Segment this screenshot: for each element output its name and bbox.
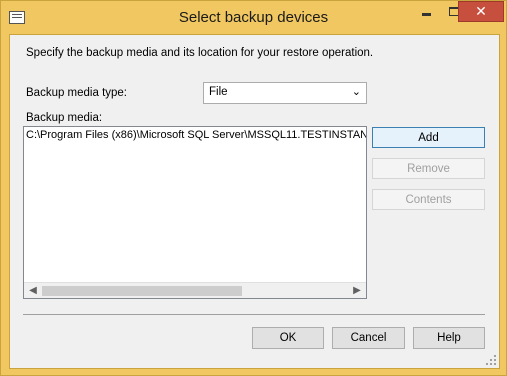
horizontal-scrollbar[interactable]: ◀ ▶ xyxy=(24,282,366,298)
contents-button[interactable]: Contents xyxy=(372,189,485,210)
backup-media-label: Backup media: xyxy=(26,112,103,124)
dialog-client-area: Specify the backup media and its locatio… xyxy=(9,34,500,369)
scroll-right-icon[interactable]: ▶ xyxy=(350,285,364,297)
cancel-button[interactable]: Cancel xyxy=(332,327,405,349)
chevron-down-icon: ⌄ xyxy=(351,85,361,98)
close-button[interactable]: ✕ xyxy=(458,1,504,22)
add-button[interactable]: Add xyxy=(372,127,485,148)
maximize-icon xyxy=(448,7,459,16)
scrollbar-thumb[interactable] xyxy=(42,286,242,296)
ok-button[interactable]: OK xyxy=(252,327,324,349)
backup-media-type-value: File xyxy=(209,86,228,98)
title-bar[interactable]: Select backup devices ✕ xyxy=(1,1,506,34)
backup-media-type-select[interactable]: File ⌄ xyxy=(203,82,367,104)
backup-media-list[interactable]: C:\Program Files (x86)\Microsoft SQL Ser… xyxy=(23,126,367,299)
list-item[interactable]: C:\Program Files (x86)\Microsoft SQL Ser… xyxy=(26,129,366,141)
instruction-text: Specify the backup media and its locatio… xyxy=(26,47,374,59)
resize-grip-icon[interactable] xyxy=(486,355,496,365)
minimize-icon xyxy=(422,13,431,16)
scroll-left-icon[interactable]: ◀ xyxy=(26,285,40,297)
select-backup-devices-window: Select backup devices ✕ Specify the back… xyxy=(0,0,507,376)
help-button[interactable]: Help xyxy=(413,327,485,349)
separator xyxy=(23,314,485,315)
backup-media-type-label: Backup media type: xyxy=(26,87,128,99)
remove-button[interactable]: Remove xyxy=(372,158,485,179)
minimize-button[interactable] xyxy=(413,1,440,22)
close-icon: ✕ xyxy=(475,3,487,20)
